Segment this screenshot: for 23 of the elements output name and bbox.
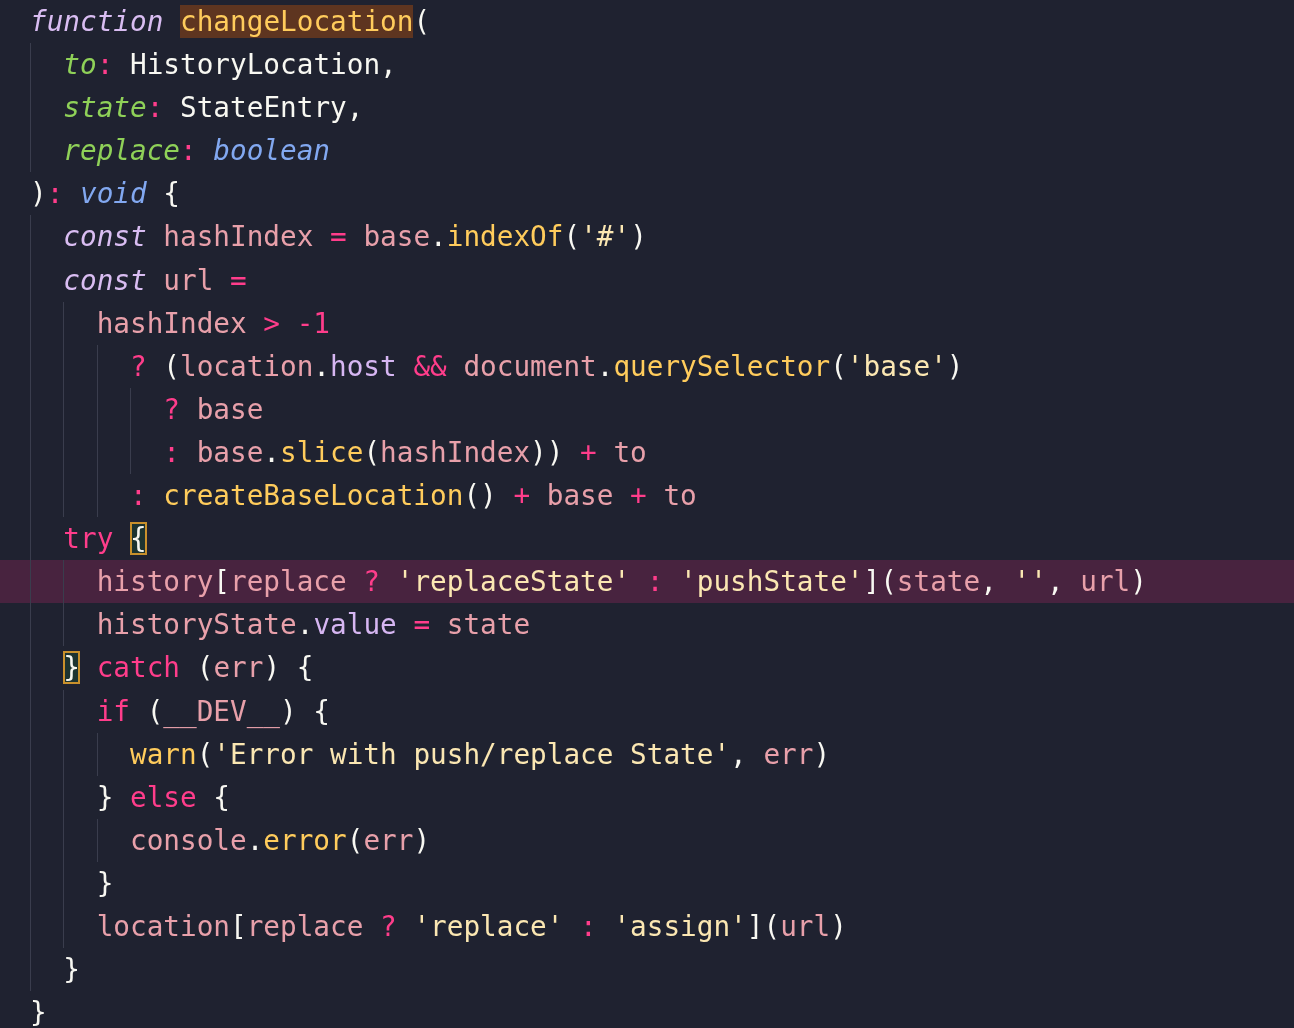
- code-line: : createBaseLocation() + base + to: [130, 478, 697, 515]
- code-line: } else {: [96, 779, 231, 816]
- code-line: to: HistoryLocation,: [63, 47, 397, 84]
- code-line: const hashIndex = base.indexOf('#'): [63, 219, 647, 256]
- code-line: warn('Error with push/replace State', err): [130, 736, 831, 773]
- code-line: try {: [63, 521, 147, 558]
- code-line: if (__DEV__) {: [96, 693, 331, 731]
- code-line: historyState.value = state: [96, 607, 531, 644]
- code-line: state: StateEntry,: [63, 90, 364, 127]
- code-line: }: [63, 952, 80, 989]
- code-line: history[replace ? 'replaceState' : 'pushState'](state, '', url): [96, 564, 1147, 601]
- code-line: ? (location.host && document.querySelector('base'): [130, 348, 964, 385]
- code-line: console.error(err): [130, 822, 431, 859]
- code-line: } catch (err) {: [63, 650, 314, 687]
- code-line: : base.slice(hashIndex)) + to: [163, 434, 647, 471]
- code-line: }: [30, 995, 47, 1028]
- code-line: location[replace ? 'replace' : 'assign'](url): [96, 908, 847, 945]
- code-line: const url =: [63, 262, 247, 299]
- code-line: ? base: [163, 391, 264, 428]
- code-line: }: [96, 865, 114, 902]
- code-line: ): void {: [30, 176, 181, 213]
- code-line: replace: boolean: [63, 133, 331, 170]
- code-line: hashIndex > -1: [96, 305, 331, 342]
